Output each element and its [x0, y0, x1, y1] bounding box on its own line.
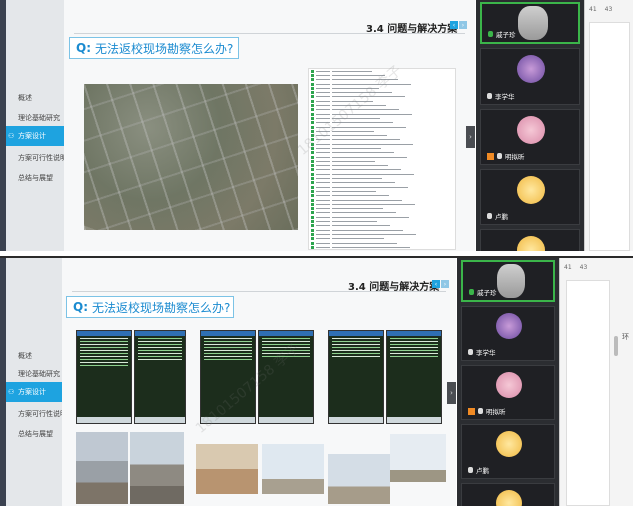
person-icon: ⚇	[8, 388, 15, 396]
participant-avatar	[496, 431, 522, 457]
tree-photo	[328, 454, 390, 504]
tower-photo	[390, 434, 446, 482]
question-prefix: Q:	[73, 300, 88, 314]
question-text: 无法返校现场勘察怎么办?	[95, 41, 234, 56]
app-screenshot	[328, 330, 384, 424]
document-side-text: 环	[622, 333, 629, 341]
slide-content: 3.4 问题与解决方案 ‹ › Q: 无法返校现场勘察怎么办? 18101507…	[64, 0, 475, 251]
participant-avatar	[517, 176, 545, 204]
document-scrollbar[interactable]	[614, 336, 618, 356]
participant-tile[interactable]: 卢鹏	[461, 424, 555, 479]
slide-nav-overview[interactable]: 概述	[6, 346, 64, 366]
participant-name: 戚子珍	[477, 289, 497, 297]
participant-avatar	[517, 116, 545, 144]
question-box: Q: 无法返校现场勘察怎么办?	[66, 296, 234, 318]
mic-off-icon	[468, 349, 473, 355]
slide-nav-arrows[interactable]: ‹ ›	[432, 280, 449, 288]
site-photo	[76, 432, 128, 504]
question-text: 无法返校现场勘察怎么办?	[92, 300, 231, 315]
slide-nav-summary[interactable]: 总结与展望	[6, 168, 64, 188]
participant-tile[interactable]: 明拟昕	[480, 109, 580, 165]
document-page[interactable]	[566, 280, 610, 506]
slide-nav-theory[interactable]: 理论基础研究	[6, 364, 64, 384]
participant-panel: 戚子珍 李学华 明拟昕 卢鹏	[457, 258, 559, 506]
participant-avatar	[496, 372, 522, 398]
document-editor-strip: 41 43 环	[559, 258, 633, 506]
app-screenshot	[76, 330, 132, 424]
slide-nav-feasibility[interactable]: 方案可行性说明	[6, 148, 67, 168]
prev-arrow-icon[interactable]: ‹	[450, 21, 458, 29]
ruler: 41 43	[589, 6, 613, 13]
participant-tile[interactable]: 卢鹏	[480, 169, 580, 225]
slide-nav-arrows[interactable]: ‹ ›	[450, 21, 467, 29]
participant-tile[interactable]: 李学华	[461, 306, 555, 361]
host-badge-icon	[468, 407, 475, 415]
mic-off-icon	[487, 213, 492, 219]
participant-name: 明拟昕	[486, 408, 506, 416]
mic-on-icon	[488, 31, 493, 37]
participant-tile[interactable]: 戚子珍	[461, 260, 555, 302]
slide-sidebar: 概述 理论基础研究 ⚇ 方案设计 方案可行性说明 总结与展望	[6, 258, 67, 506]
slide-sidebar: 概述 理论基础研究 ⚇ 方案设计 方案可行性说明 总结与展望	[6, 0, 67, 251]
participant-avatar	[517, 55, 545, 83]
next-arrow-icon[interactable]: ›	[459, 21, 467, 29]
participant-video	[497, 264, 525, 298]
document-page[interactable]	[589, 22, 630, 251]
app-screenshot	[386, 330, 442, 424]
participant-name: 戚子珍	[496, 31, 516, 39]
participant-panel: 戚子珍 李学华 明拟昕 卢鹏	[476, 0, 584, 251]
collapse-panel-button[interactable]: ›	[447, 382, 456, 404]
participant-name: 卢鹏	[476, 467, 489, 475]
title-divider	[72, 291, 446, 292]
participant-avatar	[496, 313, 522, 339]
participant-tile[interactable]: 戚子珍	[480, 2, 580, 44]
slide-nav-overview[interactable]: 概述	[6, 88, 64, 108]
satellite-map-image	[84, 84, 298, 230]
tower-photo	[262, 444, 324, 494]
slide-nav-design[interactable]: ⚇ 方案设计	[6, 382, 64, 402]
slide-nav-design[interactable]: ⚇ 方案设计	[6, 126, 64, 146]
site-photo	[130, 432, 184, 504]
meeting-screenshot-top: 概述 理论基础研究 ⚇ 方案设计 方案可行性说明 总结与展望 3.4 问题与解决方…	[0, 0, 633, 251]
participant-video	[518, 6, 548, 40]
participant-name: 李学华	[476, 349, 496, 357]
participant-tile[interactable]: 明拟昕	[461, 365, 555, 420]
mic-off-icon	[487, 93, 492, 99]
slide-content: 3.4 问题与解决方案 ‹ › Q: 无法返校现场勘察怎么办? 18101507…	[62, 258, 456, 506]
app-screenshot	[134, 330, 186, 424]
mic-on-icon	[469, 289, 474, 295]
shared-slide: 概述 理论基础研究 ⚇ 方案设计 方案可行性说明 总结与展望 3.4 问题与解决方…	[0, 258, 456, 506]
question-box: Q: 无法返校现场勘察怎么办?	[69, 37, 239, 59]
file-list-row	[309, 245, 455, 249]
person-icon: ⚇	[8, 132, 15, 140]
participant-tile[interactable]	[480, 229, 580, 251]
question-prefix: Q:	[76, 41, 91, 55]
slide-nav-summary[interactable]: 总结与展望	[6, 424, 64, 444]
participant-name: 卢鹏	[495, 213, 508, 221]
shared-slide: 概述 理论基础研究 ⚇ 方案设计 方案可行性说明 总结与展望 3.4 问题与解决方…	[0, 0, 475, 251]
participant-name: 明拟昕	[505, 153, 525, 161]
site-photo	[196, 444, 258, 494]
mic-off-icon	[468, 467, 473, 473]
slide-nav-feasibility[interactable]: 方案可行性说明	[6, 404, 67, 424]
mic-off-icon	[497, 153, 502, 159]
participant-tile[interactable]: 李学华	[480, 48, 580, 105]
participant-avatar	[496, 490, 522, 506]
app-screenshot	[200, 330, 256, 424]
document-editor-strip: 41 43	[584, 0, 633, 251]
collapse-panel-button[interactable]: ›	[466, 126, 475, 148]
mic-off-icon	[478, 408, 483, 414]
slide-nav-theory[interactable]: 理论基础研究	[6, 108, 64, 128]
ruler: 41 43	[564, 264, 588, 271]
file-list-screenshot	[308, 68, 456, 250]
participant-name: 李学华	[495, 93, 515, 101]
meeting-screenshot-bottom: 概述 理论基础研究 ⚇ 方案设计 方案可行性说明 总结与展望 3.4 问题与解决方…	[0, 256, 633, 506]
participant-tile[interactable]	[461, 483, 555, 506]
participant-avatar	[517, 236, 545, 251]
next-arrow-icon[interactable]: ›	[441, 280, 449, 288]
host-badge-icon	[487, 152, 494, 160]
app-screenshot	[258, 330, 314, 424]
prev-arrow-icon[interactable]: ‹	[432, 280, 440, 288]
title-divider	[74, 33, 465, 34]
